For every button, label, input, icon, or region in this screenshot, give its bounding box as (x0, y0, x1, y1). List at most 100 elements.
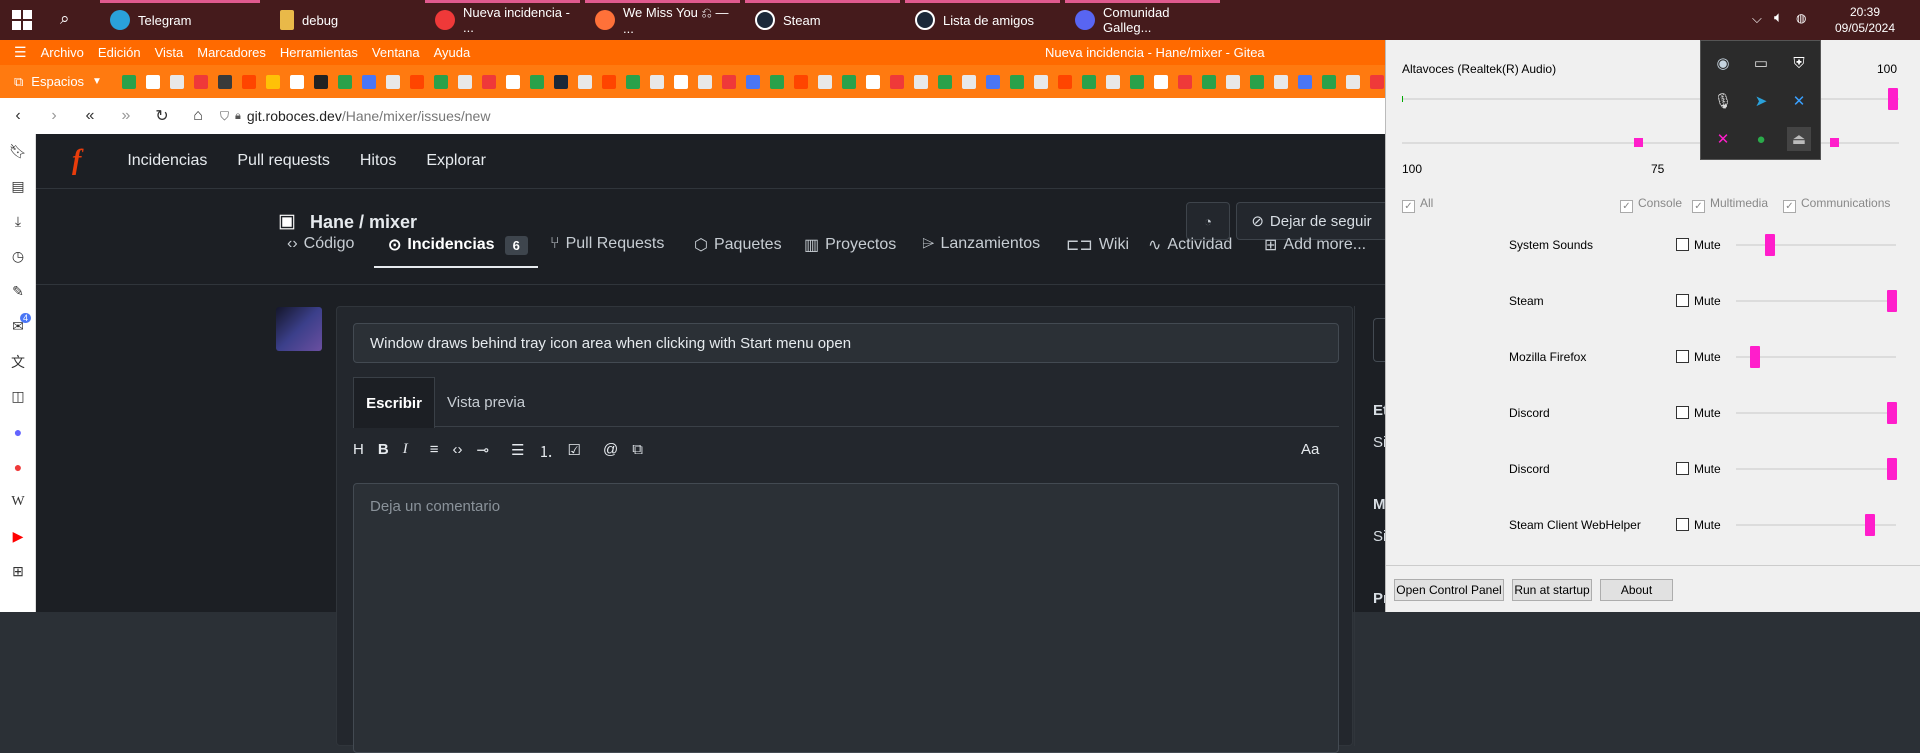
add-panel-icon[interactable]: ⊞ (0, 554, 36, 589)
pinned-tab-favicon-icon[interactable] (745, 74, 760, 89)
pinned-tab-favicon-icon[interactable] (457, 74, 472, 89)
green-app-icon[interactable]: ● (1749, 127, 1773, 151)
mute-checkbox[interactable] (1676, 350, 1689, 363)
pinned-tab-favicon-icon[interactable] (1201, 74, 1216, 89)
pinned-tab-favicon-icon[interactable] (1225, 74, 1240, 89)
cross-reference-icon[interactable]: ⧉ (632, 441, 643, 462)
translate-icon[interactable]: 文 (0, 344, 36, 379)
app-volume-track[interactable] (1736, 300, 1896, 302)
microphone-icon[interactable]: 🎙︎ (1711, 89, 1735, 113)
menu-edicion[interactable]: Edición (98, 45, 141, 60)
pinned-tab-favicon-icon[interactable] (649, 74, 664, 89)
master-volume-track[interactable] (1402, 98, 1899, 100)
pinned-tab-favicon-icon[interactable] (1129, 74, 1144, 89)
mute-toggle[interactable]: Mute (1676, 350, 1721, 364)
issue-title-input[interactable]: Window draws behind tray icon area when … (353, 323, 1339, 363)
menu-marcadores[interactable]: Marcadores (197, 45, 266, 60)
forward-icon[interactable]: › (36, 107, 72, 125)
pinned-tab-favicon-icon[interactable] (409, 74, 424, 89)
pinned-tab-favicon-icon[interactable] (1081, 74, 1096, 89)
pinned-tab-favicon-icon[interactable] (145, 74, 160, 89)
pinned-tab-favicon-icon[interactable] (913, 74, 928, 89)
globe-icon[interactable]: ◍ (1796, 11, 1806, 25)
link-icon[interactable]: ⊸ (476, 441, 489, 462)
tab-proyectos[interactable]: ▥ Proyectos (804, 235, 896, 255)
pinned-tab-favicon-icon[interactable] (481, 74, 496, 89)
mute-toggle[interactable]: Mute (1676, 518, 1721, 532)
menu-ventana[interactable]: Ventana (372, 45, 420, 60)
pinned-tab-favicon-icon[interactable] (937, 74, 952, 89)
rewind-icon[interactable]: « (72, 107, 108, 125)
steam-icon[interactable]: ◉ (1711, 51, 1735, 75)
tab-escribir[interactable]: Escribir (353, 377, 435, 428)
unordered-list-icon[interactable]: ☰ (511, 441, 524, 462)
pinned-tab-favicon-icon[interactable] (673, 74, 688, 89)
display-icon[interactable]: ▭ (1749, 51, 1773, 75)
app-volume-track[interactable] (1736, 244, 1896, 246)
mute-checkbox[interactable] (1676, 462, 1689, 475)
pinned-tab-favicon-icon[interactable] (1153, 74, 1168, 89)
about-button[interactable]: About (1600, 579, 1673, 601)
open-control-panel-button[interactable]: Open Control Panel (1394, 579, 1504, 601)
bookmark-icon[interactable]: 🔖︎ (0, 134, 36, 169)
app-volume-thumb[interactable] (1887, 458, 1897, 480)
app-volume-track[interactable] (1736, 412, 1896, 414)
pinned-tab-favicon-icon[interactable] (865, 74, 880, 89)
pinned-tab-favicon-icon[interactable] (577, 74, 592, 89)
wikipedia-icon[interactable]: W (0, 484, 36, 519)
chat-icon[interactable]: ◫ (0, 379, 36, 414)
pinned-tab-favicon-icon[interactable] (1009, 74, 1024, 89)
filter-communications[interactable]: ✓ Communications (1783, 196, 1890, 213)
tab-wiki[interactable]: ⊏⊐ Wiki (1066, 235, 1129, 255)
menu-vista[interactable]: Vista (155, 45, 184, 60)
app-volume-thumb[interactable] (1750, 346, 1760, 368)
pinned-tab-favicon-icon[interactable] (1057, 74, 1072, 89)
tab-incidencias[interactable]: ⊙ Incidencias 6 (388, 235, 528, 255)
mail-icon[interactable]: ✉ 4 (0, 309, 36, 344)
app-volume-track[interactable] (1736, 468, 1896, 470)
pinned-tab-favicon-icon[interactable] (553, 74, 568, 89)
pinned-tab-favicon-icon[interactable] (1297, 74, 1312, 89)
pinned-tab-favicon-icon[interactable] (1033, 74, 1048, 89)
chevron-up-icon[interactable]: ⌵ (1752, 11, 1762, 27)
pinned-tab-favicon-icon[interactable] (241, 74, 256, 89)
mastodon-icon[interactable]: ● (0, 414, 36, 449)
app-volume-thumb[interactable] (1765, 234, 1775, 256)
mute-checkbox[interactable] (1676, 518, 1689, 531)
taskbar-app-vivaldi[interactable]: Nueva incidencia - ... (425, 0, 580, 40)
pinned-tab-favicon-icon[interactable] (721, 74, 736, 89)
pinned-tab-favicon-icon[interactable] (337, 74, 352, 89)
app-volume-thumb[interactable] (1887, 402, 1897, 424)
search-icon[interactable]: ⌕ (60, 9, 70, 29)
gitea-logo[interactable]: f (72, 145, 81, 177)
pinned-tab-favicon-icon[interactable] (1321, 74, 1336, 89)
mute-toggle[interactable]: Mute (1676, 462, 1721, 476)
pinned-tab-favicon-icon[interactable] (769, 74, 784, 89)
balance-track[interactable] (1402, 142, 1899, 144)
app-volume-thumb[interactable] (1865, 514, 1875, 536)
balance-right-thumb[interactable] (1830, 138, 1839, 147)
bold-icon[interactable]: B (378, 441, 389, 462)
pinned-tab-favicon-icon[interactable] (121, 74, 136, 89)
chevron-down-icon[interactable]: ▼ (92, 76, 102, 87)
filter-console[interactable]: ✓ Console (1620, 196, 1682, 213)
pinned-tab-favicon-icon[interactable] (169, 74, 184, 89)
filter-multimedia[interactable]: ✓ Multimedia (1692, 196, 1768, 213)
pinned-tab-favicon-icon[interactable] (817, 74, 832, 89)
mute-checkbox[interactable] (1676, 406, 1689, 419)
pinned-tab-favicon-icon[interactable] (1105, 74, 1120, 89)
monospace-toggle[interactable]: Aa (1301, 441, 1319, 458)
master-volume-thumb[interactable] (1888, 88, 1898, 110)
filter-all-checkbox[interactable]: ✓ (1402, 200, 1415, 213)
app-volume-track[interactable] (1736, 356, 1896, 358)
pinned-tab-favicon-icon[interactable] (985, 74, 1000, 89)
tab-vista-previa[interactable]: Vista previa (447, 394, 525, 411)
taskbar-app-steam-friends[interactable]: Lista de amigos (905, 0, 1060, 40)
filter-communications-checkbox[interactable]: ✓ (1783, 200, 1796, 213)
workspaces-icon[interactable]: ⧉ (14, 74, 23, 90)
ordered-list-icon[interactable]: ⒈ (538, 441, 553, 462)
pinned-tab-favicon-icon[interactable] (889, 74, 904, 89)
pinned-tab-favicon-icon[interactable] (1249, 74, 1264, 89)
task-list-icon[interactable]: ☑ (568, 441, 581, 462)
mixer-tray-icon[interactable]: ✕ (1787, 89, 1811, 113)
